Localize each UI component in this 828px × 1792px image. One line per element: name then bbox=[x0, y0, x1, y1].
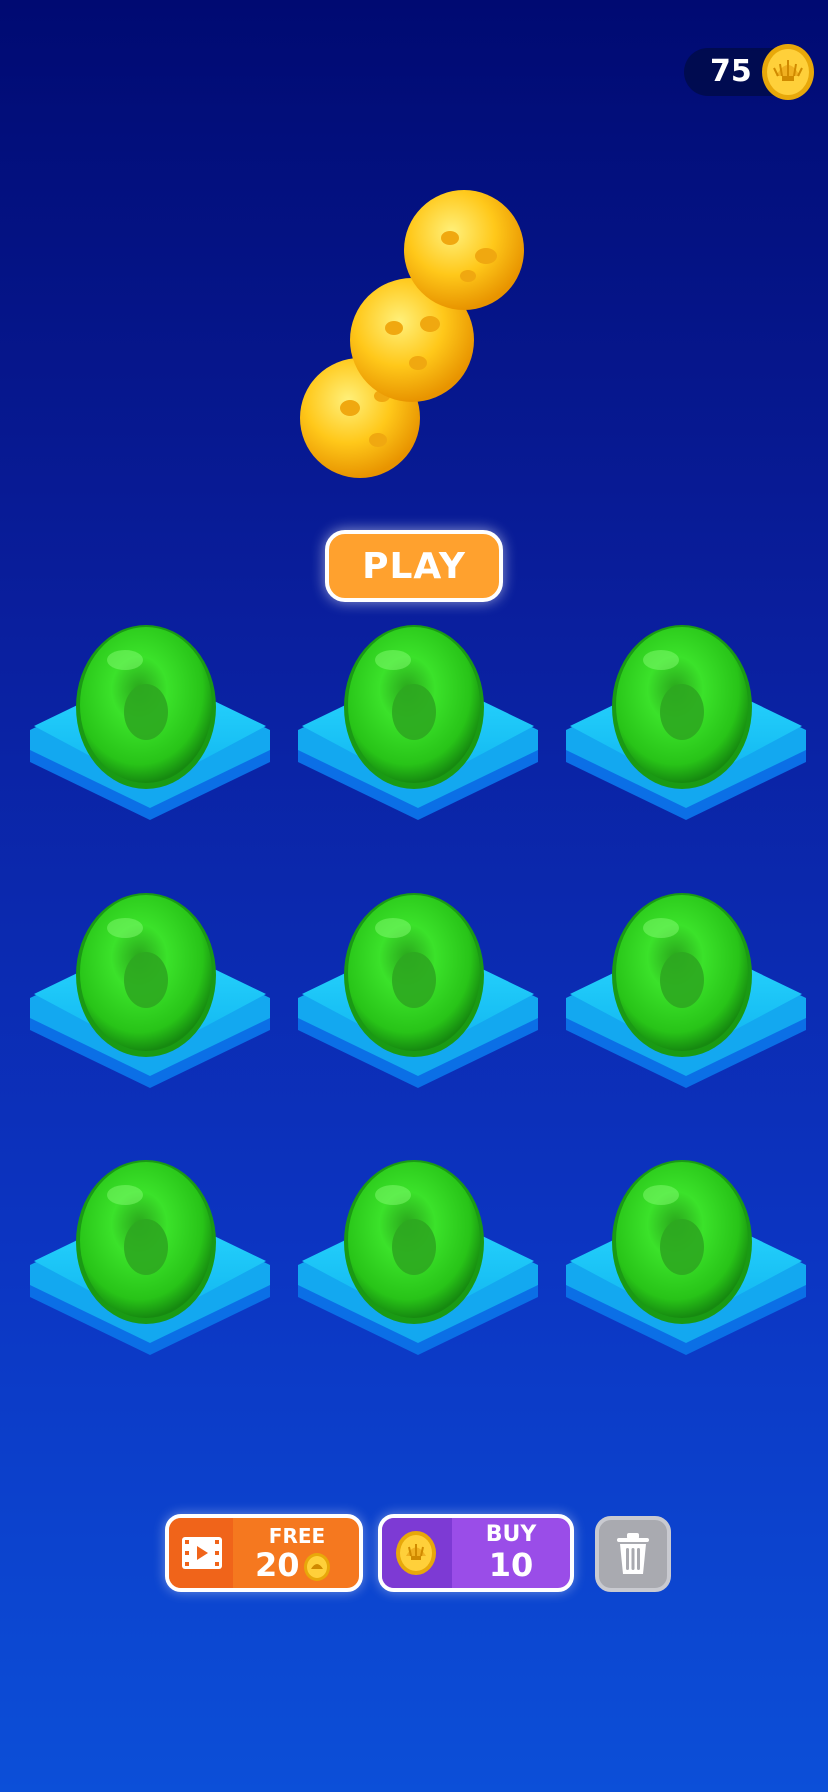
grid-slot[interactable] bbox=[30, 1155, 270, 1385]
grid-slot[interactable] bbox=[566, 620, 806, 850]
shell-coin-icon bbox=[762, 44, 814, 100]
green-egg-icon bbox=[344, 893, 484, 1057]
green-egg-icon bbox=[344, 625, 484, 789]
coin-counter: 75 bbox=[684, 44, 814, 100]
merge-grid bbox=[0, 620, 828, 1380]
trash-icon bbox=[617, 1533, 649, 1574]
shell-coin-icon bbox=[304, 1553, 330, 1581]
grid-slot[interactable] bbox=[298, 620, 538, 850]
green-egg-icon bbox=[76, 893, 216, 1057]
grid-slot[interactable] bbox=[298, 1155, 538, 1385]
buy-price: 10 bbox=[488, 1546, 534, 1584]
trash-button[interactable] bbox=[595, 1516, 671, 1592]
yellow-ball-snake-icon bbox=[300, 190, 524, 478]
grid-slot[interactable] bbox=[566, 1155, 806, 1385]
green-egg-icon bbox=[612, 625, 752, 789]
shell-coin-icon bbox=[396, 1531, 436, 1575]
green-egg-icon bbox=[76, 1160, 216, 1324]
play-button[interactable]: PLAY bbox=[325, 530, 503, 602]
free-amount: 20 bbox=[255, 1546, 300, 1584]
free-coins-button[interactable]: FREE 20 bbox=[165, 1514, 363, 1592]
grid-slot[interactable] bbox=[30, 620, 270, 850]
buy-label: BUY bbox=[485, 1522, 537, 1547]
green-egg-icon bbox=[344, 1160, 484, 1324]
free-label: FREE bbox=[268, 1524, 326, 1548]
green-egg-icon bbox=[76, 625, 216, 789]
video-ad-icon bbox=[182, 1537, 222, 1569]
grid-slot[interactable] bbox=[30, 888, 270, 1118]
ball-segment-1 bbox=[404, 190, 524, 310]
green-egg-icon bbox=[612, 893, 752, 1057]
buy-button[interactable]: BUY 10 bbox=[378, 1514, 574, 1592]
grid-slot[interactable] bbox=[298, 888, 538, 1118]
green-egg-icon bbox=[612, 1160, 752, 1324]
coin-count: 75 bbox=[710, 54, 752, 89]
grid-slot[interactable] bbox=[566, 888, 806, 1118]
